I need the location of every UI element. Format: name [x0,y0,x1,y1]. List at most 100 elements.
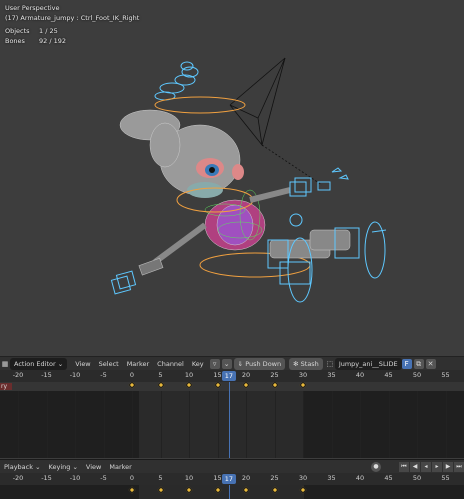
frame-tick-label: 15 [213,371,222,379]
frame-gridline [75,382,76,458]
view-name: User Perspective [5,4,60,12]
frame-tick-label: 35 [327,474,336,482]
menu-channel[interactable]: Channel [153,358,188,370]
out-of-range-shade [304,485,464,499]
frame-gridline [246,382,247,458]
3d-viewport[interactable]: User Perspective (17) Armature_jumpy : C… [0,0,464,356]
current-frame-indicator[interactable]: 17 [221,474,236,484]
frame-tick-label: -10 [69,371,81,379]
frame-tick-label: -15 [41,371,52,379]
filter-icon[interactable]: ▿ [209,358,220,369]
editor-type-icon[interactable]: ▦ [0,359,10,369]
menu-marker[interactable]: Marker [123,358,153,370]
frame-gridline [189,382,190,458]
frame-gridline [445,382,447,458]
editor-mode-dropdown[interactable]: Action Editor ⌄ [10,357,68,370]
keyframe-diamond[interactable] [270,486,279,494]
frame-tick-label: 50 [412,371,422,379]
frame-tick-label: 5 [158,371,163,379]
stat-value: 1 / 25 [39,27,58,35]
play-icon[interactable]: ▸ [432,461,442,472]
frame-tick-label: 45 [384,371,393,379]
keyframe-diamond[interactable] [185,486,193,494]
keyframe-diamond[interactable] [156,486,165,494]
frame-tick-label: -20 [12,371,24,379]
interpolation-icon[interactable]: ⌄ [221,358,232,369]
frame-gridline [46,382,48,458]
frame-tick-label: 5 [158,474,163,482]
active-object-name: (17) Armature_jumpy : Ctrl_Foot_IK_Right [5,14,140,22]
menu-select[interactable]: Select [95,358,123,370]
frame-tick-label: 50 [412,474,422,482]
frame-tick-label: -20 [12,474,24,482]
chevron-down-icon: ⌄ [57,359,64,368]
playhead-line[interactable] [229,382,230,458]
chevron-down-icon: ⌄ [72,462,78,471]
summary-row [0,382,464,391]
unlink-action-icon[interactable]: ✕ [425,358,436,369]
current-frame-indicator[interactable]: 17 [221,371,236,381]
stat-bones: Bones 92 / 192 [5,36,139,46]
stat-value: 92 / 192 [39,37,66,45]
head-halo-control [154,96,246,114]
hand-ik-control-left [110,270,137,295]
frame-tick-label: -5 [100,371,107,379]
frame-gridline [132,382,133,458]
frame-tick-label: 40 [355,474,365,482]
reverse-play-icon[interactable]: ◂ [421,461,431,472]
action-editor-header: ▦ Action Editor ⌄ View Select Marker Cha… [0,356,464,370]
chevron-down-icon: ⌄ [35,462,41,471]
stat-label: Objects [5,27,30,35]
keying-menu[interactable]: Keying ⌄ [45,461,82,473]
stat-objects: Objects 1 / 25 [5,26,139,36]
new-action-icon[interactable]: ⧉ [413,358,424,369]
out-of-range-shade [0,382,139,458]
frame-tick-label: 25 [270,371,279,379]
ear-controls [154,61,199,101]
frame-tick-label: 35 [327,371,336,379]
frame-gridline [103,382,105,458]
timeline-frame-ruler[interactable]: -20 -15 -10 -5 0 5 10 15 20 25 30 35 40 45 50 55 17 [0,473,464,485]
frame-gridline [417,382,418,458]
action-name-field[interactable]: Jumpy_ani__SLIDE [334,357,402,370]
timeline-menu-marker[interactable]: Marker [105,461,135,473]
playhead-line[interactable] [229,485,230,499]
menu-view[interactable]: View [71,358,94,370]
channel-label[interactable]: ry [0,383,12,390]
frame-tick-label: 15 [213,474,222,482]
timeline-keyframe-area[interactable] [0,485,464,499]
frame-gridline [274,382,276,458]
jump-end-icon[interactable]: ⏭ [454,461,464,472]
frame-tick-label: 20 [241,474,251,482]
playback-menu[interactable]: Playback ⌄ [0,461,45,473]
frame-tick-label: 25 [270,474,279,482]
character-rig-scene[interactable] [0,0,464,356]
push-down-icon: ⇓ [237,359,244,368]
stash-button[interactable]: ✻ Stash [289,357,323,370]
prev-key-icon[interactable]: ◀ [410,461,420,472]
stat-label: Bones [5,37,25,45]
frame-gridline [160,382,162,458]
keying-label: Keying [48,462,71,471]
action-editor-keyframe-area[interactable]: ry [0,382,464,458]
fake-user-icon[interactable]: F [401,358,412,369]
keyframe-diamond[interactable] [242,486,250,494]
frame-tick-label: 55 [441,371,450,379]
jump-start-icon[interactable]: ⏮ [399,461,409,472]
push-down-button[interactable]: ⇓ Push Down [233,357,286,370]
timeline-menu-view[interactable]: View [82,461,105,473]
snowflake-icon: ✻ [293,359,299,368]
frame-tick-label: -15 [41,474,52,482]
menu-key[interactable]: Key [188,358,208,370]
keyframe-diamond[interactable] [213,486,222,494]
head-mesh [119,109,241,196]
frame-tick-label: -5 [100,474,107,482]
record-icon[interactable]: ● [371,461,381,472]
frame-gridline [303,382,304,458]
frame-tick-label: 0 [129,371,135,379]
out-of-range-shade [304,382,464,458]
editor-mode-label: Action Editor [14,359,56,368]
next-key-icon[interactable]: ▶ [443,461,453,472]
frame-tick-label: 20 [241,371,251,379]
action-editor-frame-ruler[interactable]: -20 -15 -10 -5 0 5 10 15 20 25 30 35 40 45 50 55 17 [0,370,464,382]
